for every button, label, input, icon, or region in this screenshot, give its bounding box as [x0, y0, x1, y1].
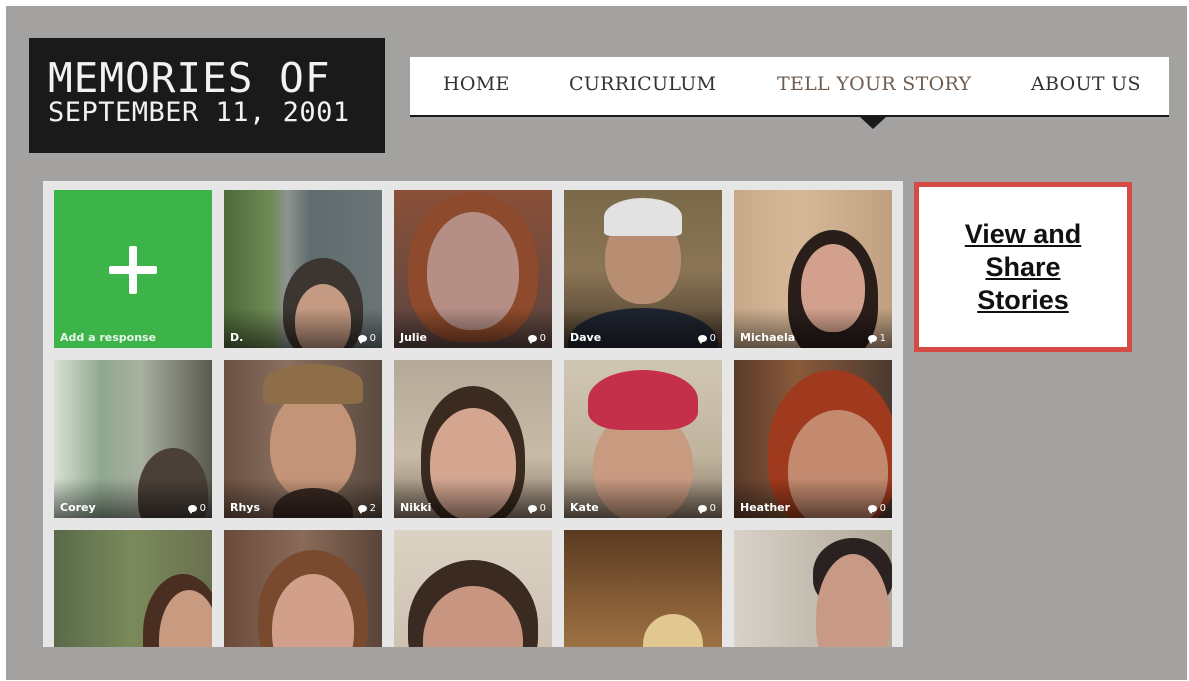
responder-name: Heather — [740, 501, 791, 514]
nav-home[interactable]: HOME — [443, 73, 510, 95]
comment-icon — [697, 335, 707, 344]
comment-icon — [357, 335, 367, 344]
comment-icon — [187, 505, 197, 514]
response-tile[interactable]: D. 0 — [224, 190, 382, 348]
comment-icon — [867, 505, 877, 514]
responder-name: Rhys — [230, 501, 261, 514]
responder-name: Kate — [570, 501, 599, 514]
main-nav: HOME CURRICULUM TELL YOUR STORY ABOUT US — [410, 57, 1169, 129]
response-tile[interactable]: Rhys 2 — [224, 360, 382, 518]
responder-name: Nikki — [400, 501, 432, 514]
comment-icon — [697, 505, 707, 514]
nav-curriculum[interactable]: CURRICULUM — [569, 73, 716, 95]
response-tile[interactable] — [734, 530, 892, 647]
comment-count: 0 — [357, 333, 376, 344]
response-tile[interactable]: Corey 0 — [54, 360, 212, 518]
logo-subtitle: SEPTEMBER 11, 2001 — [48, 97, 350, 128]
comment-icon — [527, 505, 537, 514]
response-tile[interactable]: Heather 0 — [734, 360, 892, 518]
responder-name: D. — [230, 331, 244, 344]
nav-tell-your-story[interactable]: TELL YOUR STORY — [777, 73, 971, 95]
response-tile[interactable] — [54, 530, 212, 647]
site-logo[interactable]: MEMORIES OF SEPTEMBER 11, 2001 — [29, 38, 385, 153]
response-tile[interactable] — [394, 530, 552, 647]
page-frame: MEMORIES OF SEPTEMBER 11, 2001 HOME CURR… — [6, 6, 1187, 680]
response-tile[interactable] — [224, 530, 382, 647]
responder-name: Michaela — [740, 331, 796, 344]
comment-count: 1 — [867, 333, 886, 344]
comment-count: 0 — [697, 503, 716, 514]
add-response-label: Add a response — [60, 331, 157, 344]
comment-count: 2 — [357, 503, 376, 514]
comment-count: 0 — [697, 333, 716, 344]
active-nav-indicator — [860, 117, 886, 129]
view-share-stories-link[interactable]: View and Share Stories — [943, 218, 1103, 317]
response-tile[interactable] — [564, 530, 722, 647]
comment-count: 0 — [187, 503, 206, 514]
comment-count: 0 — [527, 333, 546, 344]
response-tile[interactable]: Julie 0 — [394, 190, 552, 348]
view-share-stories-callout: View and Share Stories — [914, 182, 1132, 352]
logo-title: MEMORIES OF — [48, 54, 331, 102]
add-response-tile[interactable]: Add a response — [54, 190, 212, 348]
plus-icon — [109, 246, 157, 294]
response-grid: Add a response D. 0 Julie 0 Dave 0 Micha… — [43, 181, 903, 647]
nav-about-us[interactable]: ABOUT US — [1031, 73, 1141, 95]
responder-name: Corey — [60, 501, 96, 514]
response-tile[interactable]: Nikki 0 — [394, 360, 552, 518]
response-tile[interactable]: Dave 0 — [564, 190, 722, 348]
responder-name: Dave — [570, 331, 602, 344]
comment-count: 0 — [527, 503, 546, 514]
comment-icon — [357, 505, 367, 514]
comment-icon — [527, 335, 537, 344]
response-tile[interactable]: Kate 0 — [564, 360, 722, 518]
responder-name: Julie — [400, 331, 427, 344]
response-tile[interactable]: Michaela 1 — [734, 190, 892, 348]
comment-icon — [867, 335, 877, 344]
comment-count: 0 — [867, 503, 886, 514]
